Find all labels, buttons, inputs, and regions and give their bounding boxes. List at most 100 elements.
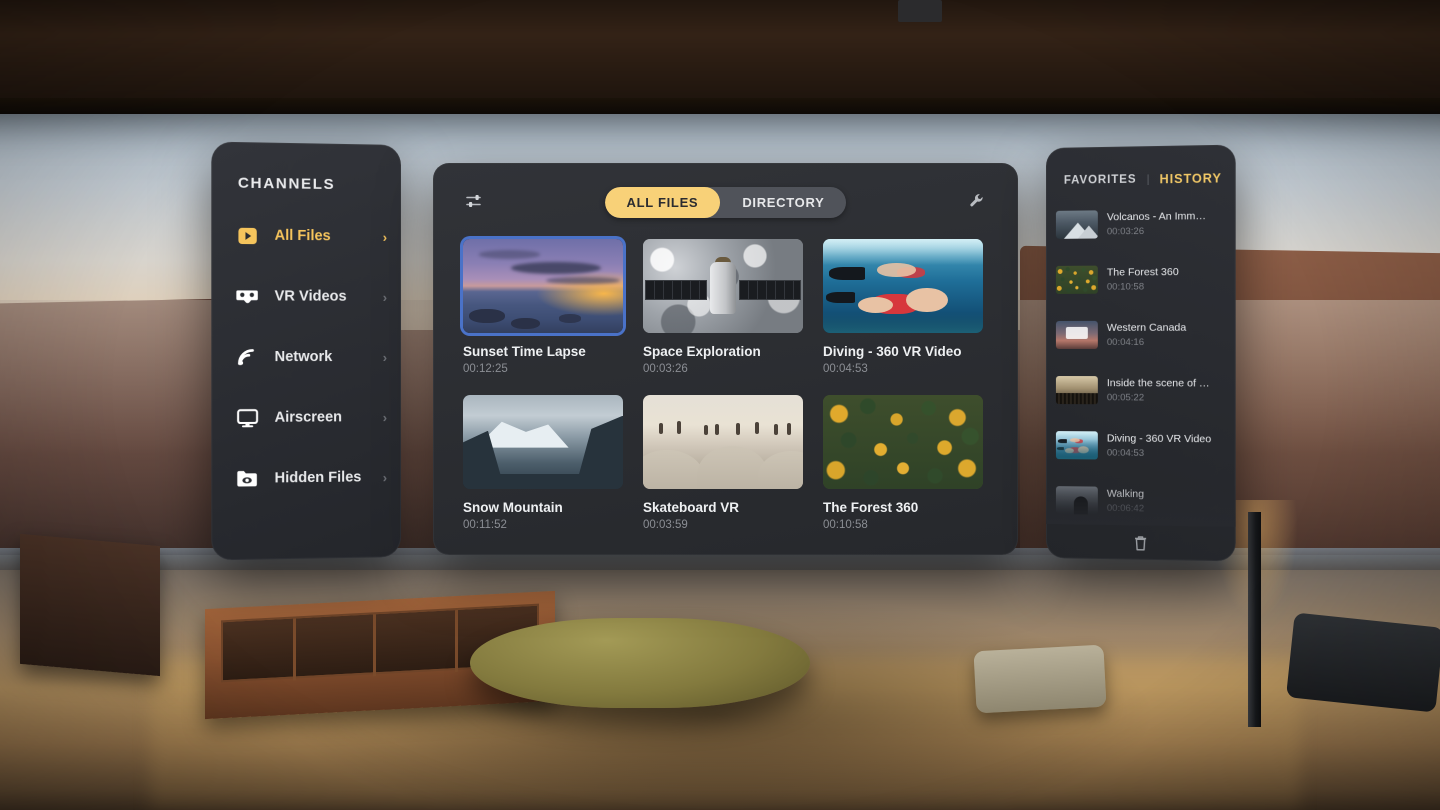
history-thumbnail [1055,265,1098,294]
history-tabs: FAVORITES | HISTORY [1046,145,1236,188]
file-thumbnail[interactable] [643,239,803,333]
history-thumbnail [1055,486,1098,515]
thumbnail-art [1055,320,1098,349]
history-item[interactable]: Inside the scene of … 00:05:22 [1055,367,1226,414]
history-item-text: Inside the scene of … 00:05:22 [1107,377,1226,404]
thumbnail-art [823,395,983,489]
file-card[interactable]: Snow Mountain 00:11:52 [463,395,623,531]
sidebar-item-airscreen[interactable]: Airscreen › [236,396,387,439]
file-duration: 00:10:58 [823,519,868,531]
history-item-duration: 00:04:16 [1106,336,1145,348]
file-title: Sunset Time Lapse [463,344,586,359]
file-thumbnail[interactable] [463,395,623,489]
history-item-text: The Forest 360 00:10:58 [1107,266,1226,293]
file-thumbnail[interactable] [643,395,803,489]
file-thumbnail[interactable] [823,395,983,489]
files-grid: Sunset Time Lapse 00:12:25 Space Explorati… [433,239,1018,531]
file-title: Space Exploration [643,344,761,359]
history-item[interactable]: Volcanos - An Imm… 00:03:26 [1055,200,1226,248]
thumbnail-art [823,239,983,333]
tab-separator: | [1146,173,1150,186]
monitor-icon [236,407,258,429]
history-item-duration: 00:06:42 [1106,502,1145,515]
history-item-duration: 00:03:26 [1106,225,1145,238]
history-item-duration: 00:04:53 [1106,447,1145,459]
history-item-text: Diving - 360 VR Video 00:04:53 [1107,432,1226,459]
history-item-text: Volcanos - An Imm… 00:03:26 [1106,210,1226,238]
history-item[interactable]: Diving - 360 VR Video 00:04:53 [1055,422,1226,470]
file-title: Diving - 360 VR Video [823,344,962,359]
chevron-right-icon: › [382,289,388,305]
channels-panel: CHANNELS All Files › VR Videos › Network › Air… [211,141,401,561]
tab-directory[interactable]: DIRECTORY [720,187,846,218]
trash-icon [1133,534,1148,551]
file-duration: 00:11:52 [463,519,507,531]
history-panel: FAVORITES | HISTORY Volcanos - An Imm… 00… [1046,144,1236,562]
history-thumbnail [1055,320,1098,349]
file-card[interactable]: Sunset Time Lapse 00:12:25 [463,239,623,375]
folder-eye-icon [236,467,258,490]
file-card[interactable]: Skateboard VR 00:03:59 [643,395,803,531]
sidebar-item-hidden-files[interactable]: Hidden Files › [236,456,387,500]
history-item-title: Western Canada [1106,321,1187,334]
history-item-title: Inside the scene of … [1106,377,1210,390]
history-item-title: Walking [1106,487,1145,501]
sidebar-item-label: Airscreen [274,409,343,426]
sidebar-item-network[interactable]: Network › [236,336,387,379]
history-thumbnail [1055,376,1098,405]
sidebar-item-all-files[interactable]: All Files › [236,214,387,258]
file-card[interactable]: The Forest 360 00:10:58 [823,395,983,531]
history-item-text: Western Canada 00:04:16 [1107,322,1226,348]
file-card[interactable]: Diving - 360 VR Video 00:04:53 [823,239,983,375]
history-item-title: Diving - 360 VR Video [1106,432,1212,446]
tab-history[interactable]: HISTORY [1160,171,1222,186]
thumbnail-art [1055,210,1098,239]
thumbnail-art [1055,431,1098,460]
thumbnail-art [463,239,623,333]
files-panel: ALL FILES DIRECTORY Sunset Time Lapse 00:… [433,163,1018,555]
chevron-right-icon: › [382,229,388,245]
wrench-icon[interactable] [962,186,992,216]
history-item[interactable]: Western Canada 00:04:16 [1055,311,1226,358]
chevron-right-icon: › [382,409,388,425]
vr-headset-icon [236,285,258,307]
history-item-title: The Forest 360 [1106,265,1179,279]
sidebar-item-label: Hidden Files [274,469,362,487]
tab-favorites[interactable]: FAVORITES [1064,174,1137,187]
sidebar-item-vr-videos[interactable]: VR Videos › [236,275,387,318]
history-item-text: Walking 00:06:42 [1107,488,1226,516]
thumbnail-art [1055,265,1098,294]
file-title: The Forest 360 [823,500,919,515]
thumbnail-art [643,239,803,333]
file-duration: 00:04:53 [823,363,868,375]
clear-history-button[interactable] [1046,533,1236,553]
tab-all-files[interactable]: ALL FILES [604,187,721,218]
thumbnail-art [1055,376,1098,405]
sliders-icon[interactable] [459,186,489,216]
channels-list: All Files › VR Videos › Network › Airscreen › Hi… [211,214,401,501]
files-toolbar: ALL FILES DIRECTORY [433,163,1018,239]
sidebar-item-label: All Files [274,227,331,245]
file-title: Snow Mountain [463,500,563,515]
chevron-right-icon: › [382,469,388,485]
thumbnail-art [643,395,803,489]
network-wifi-icon [236,346,258,368]
file-thumbnail[interactable] [823,239,983,333]
history-item[interactable]: Walking 00:06:42 [1055,477,1226,526]
file-thumbnail[interactable] [463,239,623,333]
sidebar-item-label: Network [274,348,333,366]
history-item-title: Volcanos - An Imm… [1106,210,1207,224]
file-card[interactable]: Space Exploration 00:03:26 [643,239,803,375]
file-duration: 00:03:59 [643,519,688,531]
file-title: Skateboard VR [643,500,740,515]
thumbnail-art [1055,486,1098,515]
sidebar-item-label: VR Videos [274,288,347,305]
history-list: Volcanos - An Imm… 00:03:26 The Forest 360… [1046,199,1236,525]
play-file-icon [236,224,258,247]
chevron-right-icon: › [382,349,388,365]
history-thumbnail [1055,210,1098,239]
view-tabs: ALL FILES DIRECTORY [604,187,847,218]
history-item[interactable]: The Forest 360 00:10:58 [1055,255,1226,302]
history-item-duration: 00:10:58 [1106,281,1145,293]
thumbnail-art [463,395,623,489]
